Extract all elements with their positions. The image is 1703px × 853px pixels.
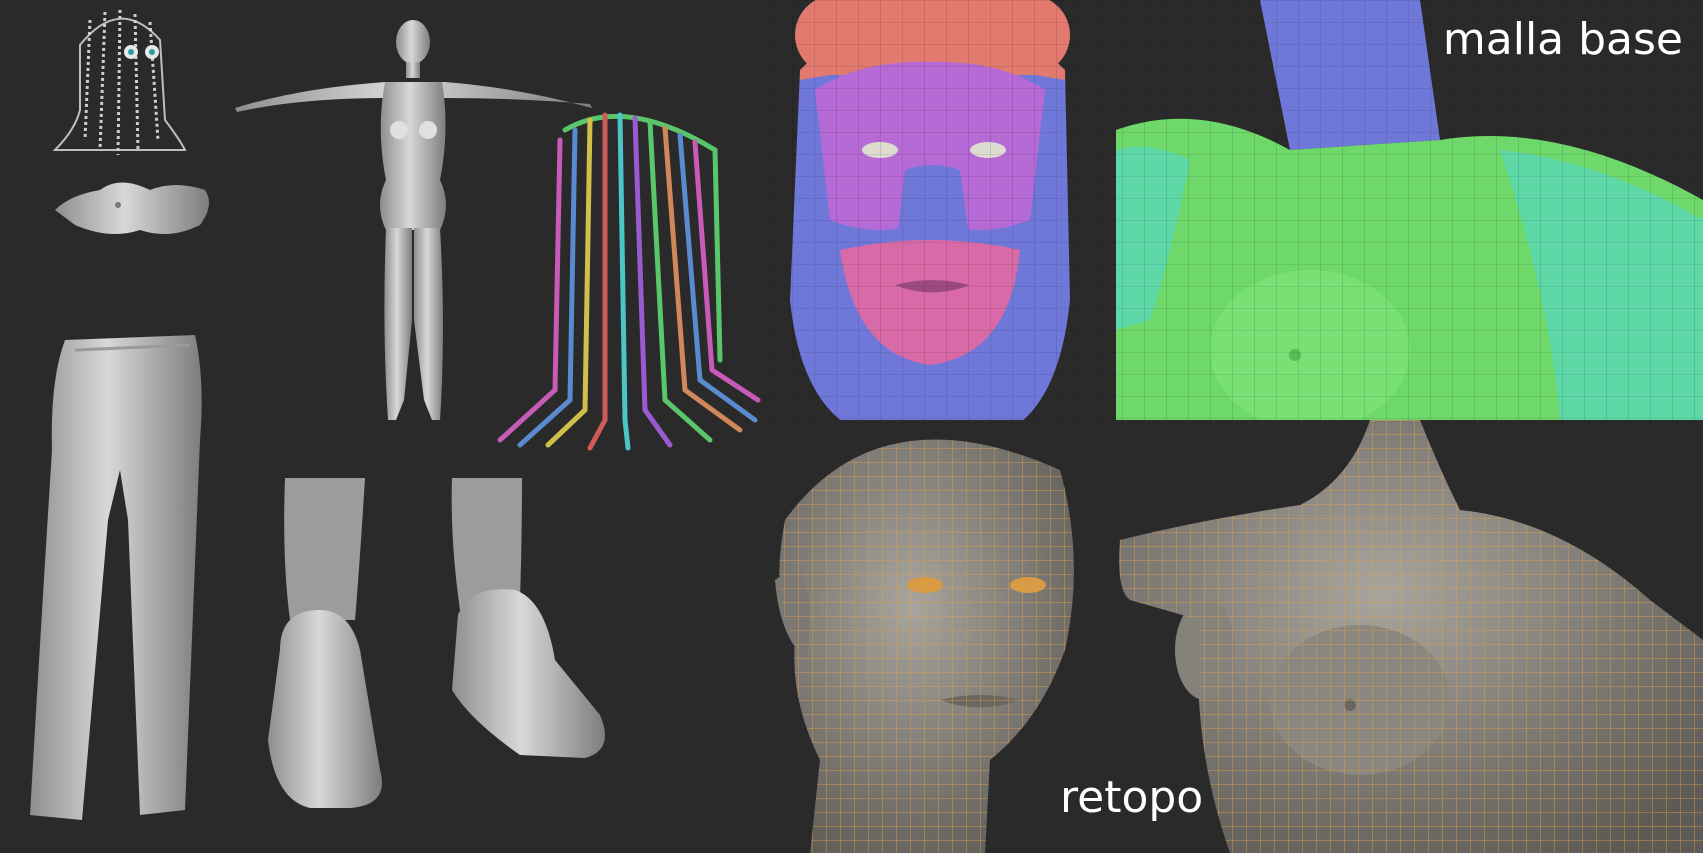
render-artwork [30, 0, 1703, 853]
retopo-torso [1119, 420, 1703, 853]
render-sheet: malla base retopo [0, 0, 1703, 853]
right-shoe-icon [451, 478, 605, 758]
left-shoe-icon [268, 478, 382, 808]
base-mesh-label: malla base [1442, 14, 1683, 65]
hair-strands-icon [497, 112, 761, 451]
bra-model-icon [55, 182, 209, 234]
retopo-label: retopo [1060, 772, 1204, 823]
base-mesh-face [758, 0, 1116, 420]
t-pose-body-icon [235, 20, 592, 420]
hair-guide-icon [52, 9, 187, 156]
retopo-head [775, 439, 1074, 853]
pants-model-icon [30, 335, 202, 820]
